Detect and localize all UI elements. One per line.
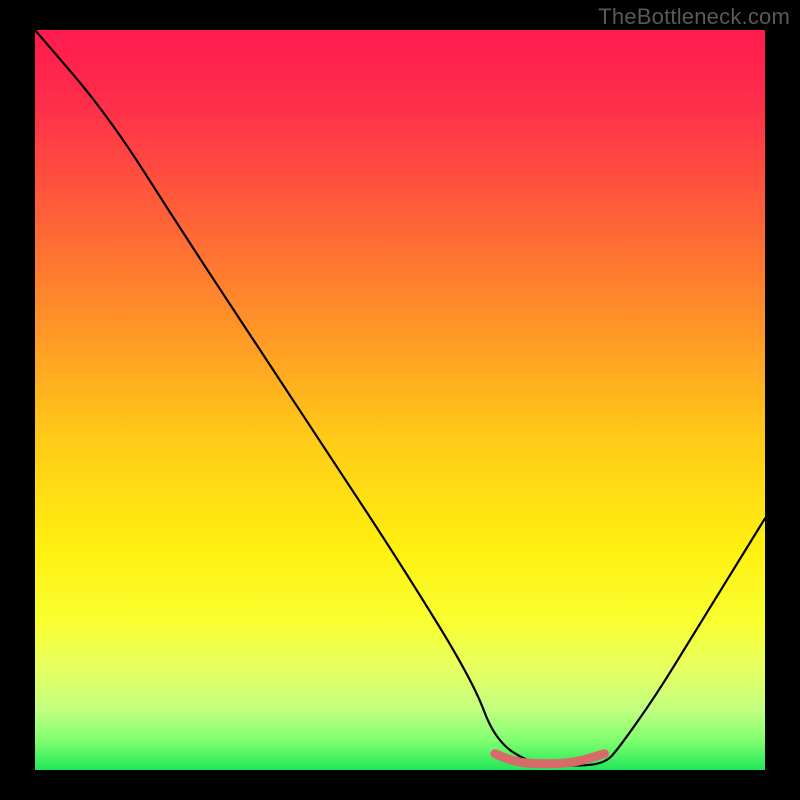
watermark-text: TheBottleneck.com: [598, 4, 790, 30]
plot-area: [35, 30, 765, 770]
optimal-range-highlight: [495, 754, 605, 764]
bottleneck-curve: [35, 30, 765, 766]
chart-container: TheBottleneck.com: [0, 0, 800, 800]
curve-layer: [35, 30, 765, 770]
